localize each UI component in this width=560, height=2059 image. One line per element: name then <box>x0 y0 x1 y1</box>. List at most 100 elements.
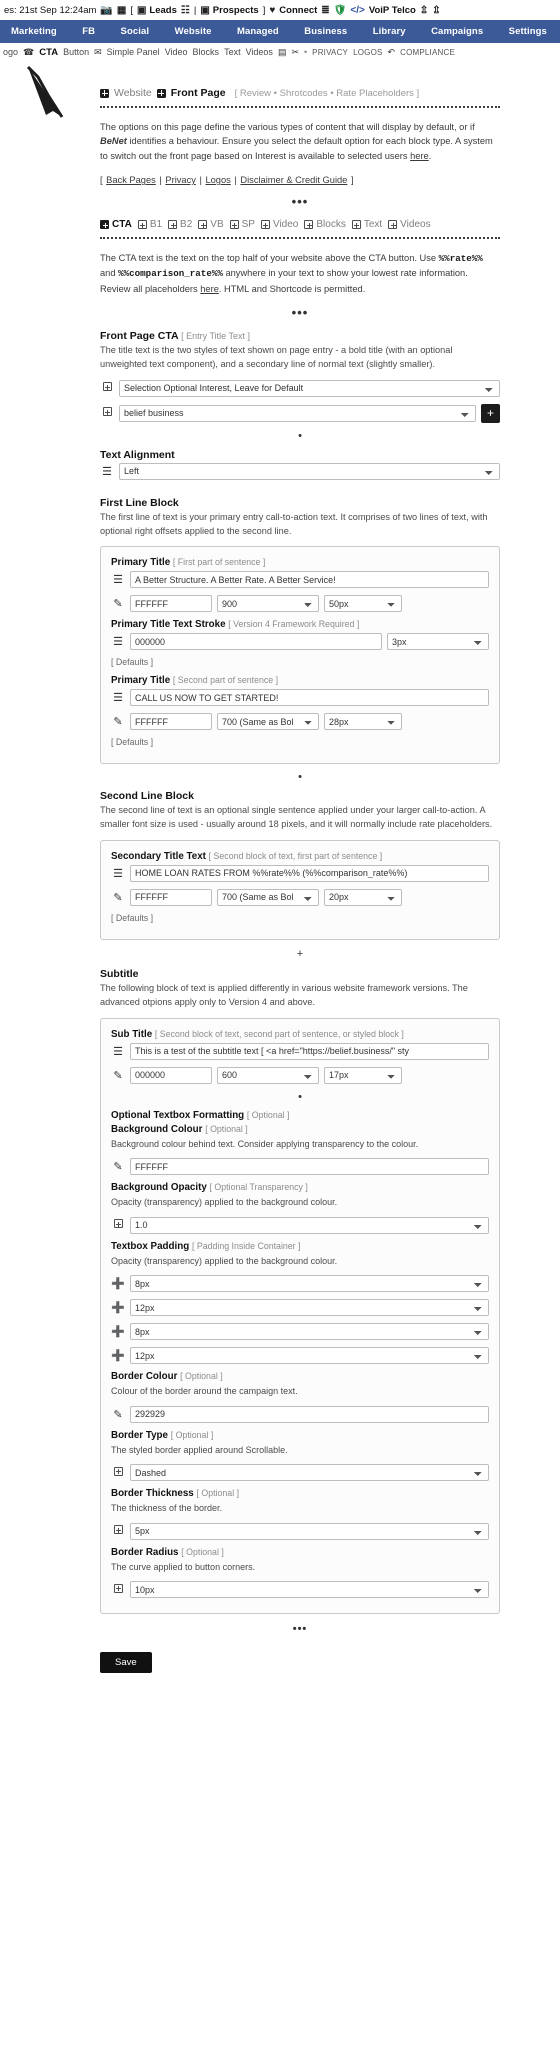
subnav-item-text[interactable]: Text <box>224 47 241 57</box>
people-icon[interactable]: ☷ <box>181 5 190 16</box>
border-thickness-select[interactable]: 5px <box>130 1522 489 1540</box>
nav-item-library[interactable]: Library <box>370 26 409 37</box>
secondary-title-weight-select[interactable]: 700 (Same as Bol <box>217 888 319 906</box>
nav-item-marketing[interactable]: Marketing <box>8 26 60 37</box>
block-tab-blocks[interactable]: Blocks <box>304 219 346 230</box>
stroke-colour-input[interactable] <box>130 633 382 651</box>
plus-box-icon[interactable] <box>111 1466 125 1479</box>
block-tab-cta[interactable]: CTA <box>100 219 132 230</box>
textbox-padding-bottom-select[interactable]: 8px <box>130 1323 489 1340</box>
camera-icon[interactable]: 📷 <box>100 5 112 16</box>
primary-title-2-defaults-label[interactable]: [ Defaults ] <box>111 737 489 747</box>
add-entry-button[interactable]: + <box>481 403 500 423</box>
background-opacity-select[interactable]: 1.0 <box>130 1216 489 1234</box>
plus-box-icon[interactable] <box>100 382 114 394</box>
circle-plus-icon[interactable]: ➕ <box>111 1301 125 1314</box>
block-tab-b2[interactable]: B2 <box>168 219 192 230</box>
nav-item-fb[interactable]: FB <box>79 26 98 37</box>
eyedropper-icon[interactable]: ✎ <box>111 715 125 728</box>
text-alignment-select[interactable]: Left <box>119 462 500 480</box>
nav-item-managed[interactable]: Managed <box>234 26 282 37</box>
export-icon[interactable]: ⇫ <box>432 5 440 16</box>
connect-label[interactable]: Connect <box>279 5 317 16</box>
stroke-width-select[interactable]: 3px <box>387 633 489 651</box>
plus-box-icon[interactable] <box>111 1525 125 1537</box>
save-button[interactable]: Save <box>100 1652 152 1673</box>
code-icon[interactable]: </> <box>350 5 364 16</box>
secondary-title-defaults-label[interactable]: [ Defaults ] <box>111 913 489 923</box>
textbox-padding-right-select[interactable]: 12px <box>130 1299 489 1316</box>
textbox-padding-left-select[interactable]: 12px <box>130 1347 489 1364</box>
shield-icon[interactable]: 🛡 <box>334 5 347 16</box>
eyedropper-icon[interactable]: ✎ <box>111 1160 125 1173</box>
link-disclaimer-credit-guide[interactable]: Disclaimer & Credit Guide <box>240 175 347 185</box>
voip-label[interactable]: VoiP Telco <box>369 5 416 16</box>
undo-icon[interactable]: ↶ <box>388 47 396 58</box>
border-radius-select[interactable]: 10px <box>130 1581 489 1598</box>
link-logos[interactable]: Logos <box>205 175 230 185</box>
subnav-item-logo[interactable]: ogo <box>3 47 18 57</box>
primary-title-2-weight-select[interactable]: 700 (Same as Bol <box>217 713 319 731</box>
subnav-item-simple-panel[interactable]: Simple Panel <box>107 47 160 57</box>
border-type-select[interactable]: Dashed <box>130 1464 489 1481</box>
block-tab-b1[interactable]: B1 <box>137 219 162 230</box>
secondary-title-size-select[interactable]: 20px <box>324 888 402 906</box>
sub-title-size-select[interactable]: 17px <box>324 1066 402 1084</box>
block-tab-text[interactable]: Text <box>351 219 382 230</box>
intro-here-link[interactable]: here <box>410 151 429 161</box>
primary-title-1-size-select[interactable]: 50px <box>324 595 402 613</box>
block-tab-vb[interactable]: VB <box>198 219 224 230</box>
scissors-icon[interactable]: ✂ <box>291 47 299 58</box>
cta-intro-here-link[interactable]: here <box>200 284 219 294</box>
list-icon[interactable]: ▦ <box>117 5 126 16</box>
import-icon[interactable]: ⇫ <box>420 5 428 16</box>
prospects-link[interactable]: ▣ Prospects <box>200 5 258 16</box>
eyedropper-icon[interactable]: ✎ <box>111 597 125 610</box>
breadcrumb-front-page[interactable]: Front Page <box>171 87 226 99</box>
secondary-title-colour-input[interactable] <box>130 888 212 906</box>
primary-title-2-colour-input[interactable] <box>130 713 212 731</box>
screen-icon[interactable]: ▤ <box>278 47 287 58</box>
subnav-item-button[interactable]: Button <box>63 47 89 57</box>
subnav-item-privacy[interactable]: PRIVACY <box>312 48 348 57</box>
nav-item-social[interactable]: Social <box>118 26 153 37</box>
eyedropper-icon[interactable]: ✎ <box>111 891 125 904</box>
circle-plus-icon[interactable]: ➕ <box>111 1325 125 1338</box>
circle-plus-icon[interactable]: ➕ <box>111 1277 125 1290</box>
primary-title-2-size-select[interactable]: 28px <box>324 713 402 731</box>
nav-item-website[interactable]: Website <box>172 26 215 37</box>
primary-title-2-input[interactable] <box>130 689 489 707</box>
subnav-item-video[interactable]: Video <box>165 47 188 57</box>
plus-box-icon[interactable] <box>111 1219 125 1231</box>
tasks-icon[interactable]: ≣ <box>321 5 329 16</box>
nav-item-business[interactable]: Business <box>301 26 350 37</box>
interest-select[interactable]: Selection Optional Interest, Leave for D… <box>119 379 500 397</box>
link-privacy[interactable]: Privacy <box>165 175 195 185</box>
nav-item-campaigns[interactable]: Campaigns <box>428 26 486 37</box>
subnav-item-compliance[interactable]: COMPLIANCE <box>400 48 455 57</box>
border-colour-input[interactable] <box>130 1405 489 1423</box>
circle-plus-icon[interactable]: ➕ <box>111 1349 125 1362</box>
primary-title-1-colour-input[interactable] <box>130 595 212 613</box>
nav-item-settings[interactable]: Settings <box>506 26 550 37</box>
eyedropper-icon[interactable]: ✎ <box>111 1408 125 1421</box>
plus-box-icon[interactable] <box>111 1583 125 1596</box>
entry-select[interactable]: belief business <box>119 404 476 422</box>
subnav-item-videos[interactable]: Videos <box>246 47 273 57</box>
secondary-title-input[interactable] <box>130 864 489 882</box>
subnav-item-blocks[interactable]: Blocks <box>193 47 220 57</box>
block-tab-sp[interactable]: SP <box>229 219 255 230</box>
subnav-item-logos[interactable]: LOGOS <box>353 48 382 57</box>
primary-title-1-input[interactable] <box>130 571 489 589</box>
textbox-padding-top-select[interactable]: 8px <box>130 1275 489 1292</box>
link-back-pages[interactable]: Back Pages <box>106 175 156 185</box>
stroke-defaults-label[interactable]: [ Defaults ] <box>111 657 489 667</box>
leads-link[interactable]: ▣ Leads <box>137 5 177 16</box>
breadcrumb-website[interactable]: Website <box>114 87 152 99</box>
plus-box-icon[interactable] <box>100 407 114 419</box>
sub-title-weight-select[interactable]: 600 <box>217 1066 319 1084</box>
block-tab-video[interactable]: Video <box>260 219 298 230</box>
background-colour-input[interactable] <box>130 1158 489 1175</box>
block-tab-videos[interactable]: Videos <box>388 219 431 230</box>
subnav-item-cta[interactable]: CTA <box>39 47 58 58</box>
